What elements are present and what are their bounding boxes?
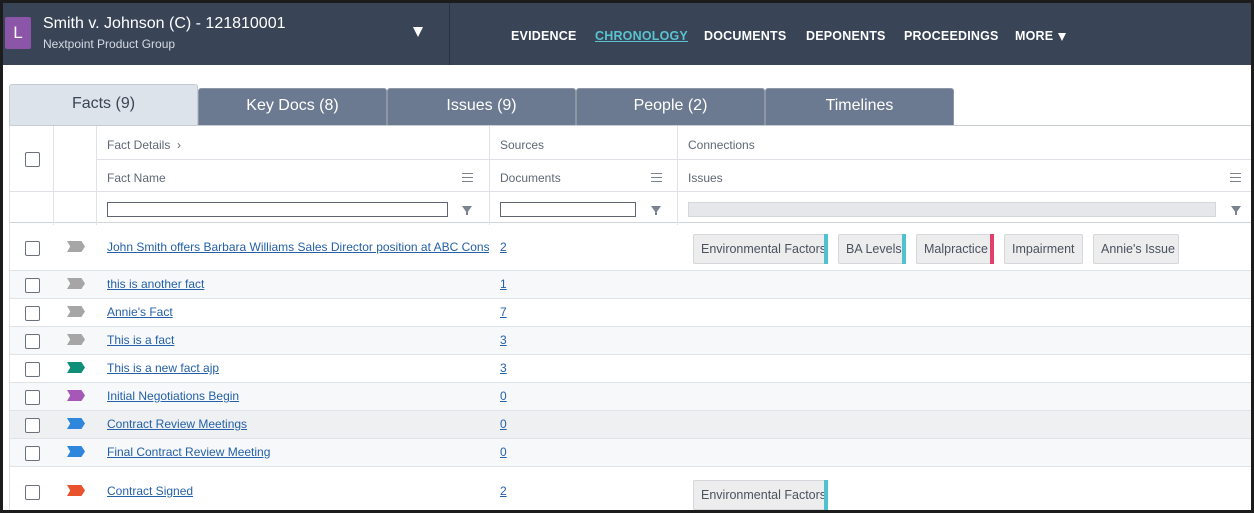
issues-filter-icon[interactable] [1231, 206, 1241, 215]
issue-tag-label: Environmental Factors [701, 488, 827, 502]
issue-tag[interactable]: Environmental Factors [693, 234, 828, 264]
fact-name-link[interactable]: this is another fact [107, 277, 489, 291]
documents-filter-icon[interactable] [651, 206, 661, 215]
tab-key-docs[interactable]: Key Docs (8) [198, 88, 387, 125]
fact-name-link[interactable]: Initial Negotiations Begin [107, 389, 489, 403]
facts-grid: Fact Details › Sources Connections Fact … [9, 125, 1251, 510]
fact-name-column-header[interactable]: Fact Name [107, 171, 166, 185]
issue-tag[interactable]: Annie's Issue [1093, 234, 1179, 264]
document-count-link[interactable]: 3 [500, 333, 507, 347]
top-navigation-bar: L Smith v. Johnson (C) - 121810001 Nextp… [3, 3, 1251, 65]
documents-column-header[interactable]: Documents [500, 171, 561, 185]
fact-name-link[interactable]: John Smith offers Barbara Williams Sales… [107, 240, 489, 254]
document-count-link[interactable]: 1 [500, 277, 507, 291]
issue-tag[interactable]: Malpractice [916, 234, 994, 264]
document-count-link[interactable]: 3 [500, 361, 507, 375]
select-all-checkbox[interactable] [25, 152, 40, 167]
tab-people[interactable]: People (2) [576, 88, 765, 125]
nav-documents[interactable]: DOCUMENTS [704, 29, 786, 43]
issues-column-menu-icon[interactable] [1230, 173, 1241, 182]
fact-details-group-header[interactable]: Fact Details › [107, 138, 181, 152]
case-title: Smith v. Johnson (C) - 121810001 [43, 15, 286, 32]
document-count-link[interactable]: 0 [500, 389, 507, 403]
app-frame: L Smith v. Johnson (C) - 121810001 Nextp… [0, 0, 1254, 513]
nav-more[interactable]: MORE [1015, 29, 1067, 43]
document-count-link[interactable]: 2 [500, 484, 507, 498]
tab-issues[interactable]: Issues (9) [387, 88, 576, 125]
row-select-checkbox[interactable] [25, 418, 40, 433]
row-select-checkbox[interactable] [25, 362, 40, 377]
connections-group-header: Connections [688, 138, 755, 152]
issue-tag-label: Annie's Issue [1101, 242, 1175, 256]
document-count-link[interactable]: 0 [500, 445, 507, 459]
fact-name-link[interactable]: This is a fact [107, 333, 489, 347]
issues-filter-input [688, 202, 1216, 217]
fact-name-filter-icon[interactable] [462, 206, 472, 215]
case-subtitle: Nextpoint Product Group [43, 37, 176, 51]
expand-chevron-icon: › [177, 138, 182, 152]
issue-tag-label: Environmental Factors [701, 242, 827, 256]
document-count-link[interactable]: 7 [500, 305, 507, 319]
sources-group-header: Sources [500, 138, 545, 152]
nav-evidence[interactable]: EVIDENCE [511, 29, 577, 43]
fact-name-link[interactable]: Contract Review Meetings [107, 417, 489, 431]
issue-tag-label: Impairment [1012, 242, 1075, 256]
documents-column-menu-icon[interactable] [651, 173, 662, 182]
row-select-checkbox[interactable] [25, 446, 40, 461]
row-select-checkbox[interactable] [25, 390, 40, 405]
fact-name-link[interactable]: This is a new fact ajp [107, 361, 489, 375]
nav-chronology[interactable]: CHRONOLOGY [595, 29, 688, 43]
more-caret-icon [1058, 32, 1067, 41]
case-avatar: L [5, 17, 31, 49]
tab-facts[interactable]: Facts (9) [9, 84, 198, 126]
fact-name-column-menu-icon[interactable] [462, 173, 473, 182]
documents-filter-input[interactable] [500, 202, 636, 217]
row-select-checkbox[interactable] [25, 306, 40, 321]
issue-tag[interactable]: BA Levels [838, 234, 906, 264]
row-select-checkbox[interactable] [25, 334, 40, 349]
nav-more-label: MORE [1015, 29, 1054, 43]
fact-name-link[interactable]: Annie's Fact [107, 305, 489, 319]
fact-name-link[interactable]: Contract Signed [107, 484, 489, 498]
issue-color-bar [902, 234, 906, 264]
case-dropdown-caret-icon[interactable] [413, 27, 423, 37]
fact-name-link[interactable]: Final Contract Review Meeting [107, 445, 489, 459]
issue-color-bar [990, 234, 994, 264]
issue-color-bar [824, 480, 828, 510]
row-select-checkbox[interactable] [25, 278, 40, 293]
issue-tag-label: Malpractice [924, 242, 988, 256]
row-select-checkbox[interactable] [25, 485, 40, 500]
tab-timelines[interactable]: Timelines [765, 88, 954, 125]
issue-tag[interactable]: Environmental Factors [693, 480, 828, 510]
case-switcher[interactable]: L Smith v. Johnson (C) - 121810001 Nextp… [3, 3, 450, 65]
issue-tag-label: BA Levels [846, 242, 902, 256]
document-count-link[interactable]: 0 [500, 417, 507, 431]
issue-color-bar [824, 234, 828, 264]
document-count-link[interactable]: 2 [500, 240, 507, 254]
issues-column-header[interactable]: Issues [688, 171, 723, 185]
row-select-checkbox[interactable] [25, 241, 40, 256]
nav-proceedings[interactable]: PROCEEDINGS [904, 29, 999, 43]
issue-tag[interactable]: Impairment [1004, 234, 1083, 264]
fact-name-filter-input[interactable] [107, 202, 448, 217]
nav-deponents[interactable]: DEPONENTS [806, 29, 886, 43]
